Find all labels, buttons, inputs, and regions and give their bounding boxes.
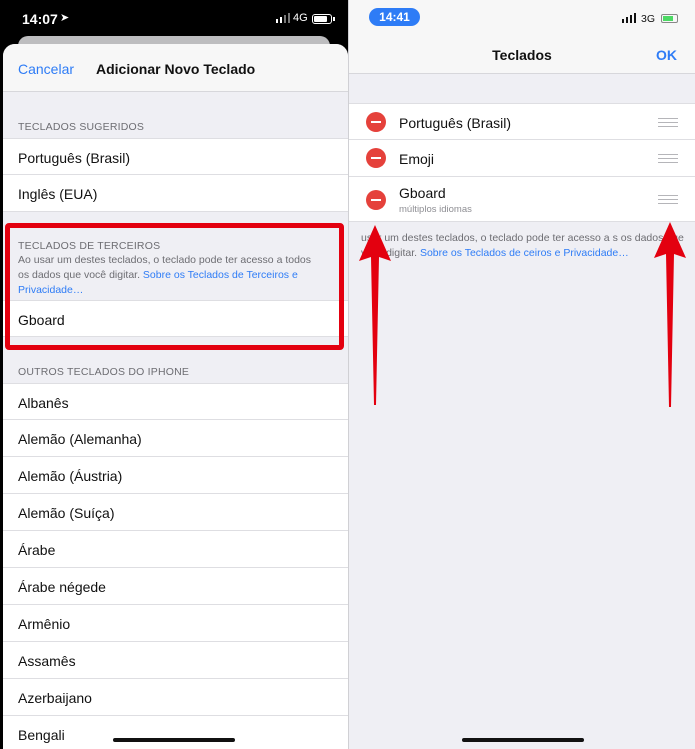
keyboard-subtitle: múltiplos idiomas — [399, 204, 472, 215]
battery-icon — [312, 14, 335, 24]
list-item-other-keyboard[interactable]: Árabe — [3, 531, 348, 568]
status-time: 14:41 — [369, 8, 420, 26]
signal-icon — [276, 13, 290, 23]
list-item-label: Azerbaijano — [18, 690, 92, 706]
delete-minus-icon[interactable] — [366, 190, 386, 210]
signal-icon — [622, 13, 636, 23]
list-item-label: Português (Brasil) — [18, 150, 131, 166]
list-item-other-keyboard[interactable]: Alemão (Alemanha) — [3, 420, 348, 457]
cancel-button[interactable]: Cancelar — [18, 61, 74, 77]
third-party-privacy-link[interactable]: Sobre os Teclados de ceiros e Privacidad… — [420, 247, 629, 259]
modal-sheet: Cancelar Adicionar Novo Teclado TECLADOS… — [3, 44, 348, 749]
highlight-box — [5, 223, 344, 350]
list-item-label: Árabe négede — [18, 579, 106, 595]
list-item-other-keyboard[interactable]: Alemão (Suíça) — [3, 494, 348, 531]
arrow-up-icon — [654, 222, 686, 407]
list-item-label: Bengali — [18, 727, 65, 743]
list-item-other-keyboard[interactable]: Albanês — [3, 383, 348, 420]
status-time: 14:07 — [22, 11, 58, 27]
list-item-other-keyboard[interactable]: Assamês — [3, 642, 348, 679]
list-item-label: Alemão (Áustria) — [18, 468, 123, 484]
list-item-label: Inglês (EUA) — [18, 186, 98, 202]
delete-minus-icon[interactable] — [366, 148, 386, 168]
list-item-label: Armênio — [18, 616, 71, 632]
keyboard-row[interactable]: Emoji — [349, 140, 695, 177]
list-item-label: Alemão (Suíça) — [18, 505, 115, 521]
list-item-suggested[interactable]: Português (Brasil) — [3, 138, 348, 175]
section-header-others: OUTROS TECLADOS DO IPHONE — [18, 366, 190, 378]
keyboard-row[interactable]: Português (Brasil) — [349, 103, 695, 140]
network-label: 3G — [641, 13, 656, 25]
third-party-note: usar um destes teclados, o teclado pode … — [361, 231, 686, 261]
status-bar: 14:07 ➤ 4G — [0, 0, 348, 38]
drag-handle-icon[interactable] — [658, 195, 678, 205]
list-item-other-keyboard[interactable]: Azerbaijano — [3, 679, 348, 716]
status-bar: 14:41 3G — [349, 0, 695, 34]
add-keyboard-screen: 14:07 ➤ 4G Cancelar Adicionar Novo Tecla… — [0, 0, 348, 749]
list-item-suggested[interactable]: Inglês (EUA) — [3, 175, 348, 212]
list-item-label: Albanês — [18, 395, 69, 411]
keyboard-name: Gboard — [399, 185, 446, 201]
list-item-label: Assamês — [18, 653, 76, 669]
delete-minus-icon[interactable] — [366, 112, 386, 132]
arrow-up-icon — [359, 225, 391, 405]
page-title: Teclados — [492, 47, 552, 63]
keyboard-name: Emoji — [399, 151, 435, 167]
home-indicator — [113, 738, 235, 742]
keyboards-screen: 14:41 3G Teclados OK Português (Brasil) … — [348, 0, 695, 749]
home-indicator — [462, 738, 584, 742]
ok-button[interactable]: OK — [656, 47, 677, 63]
page-title: Adicionar Novo Teclado — [96, 61, 256, 77]
network-label: 4G — [293, 12, 308, 24]
section-header-suggested: TECLADOS SUGERIDOS — [18, 121, 145, 133]
battery-icon — [661, 14, 678, 23]
list-item-label: Alemão (Alemanha) — [18, 431, 142, 447]
nav-bar: Cancelar Adicionar Novo Teclado — [3, 44, 348, 92]
keyboard-name: Português (Brasil) — [399, 115, 512, 131]
drag-handle-icon[interactable] — [658, 154, 678, 164]
list-item-other-keyboard[interactable]: Alemão (Áustria) — [3, 457, 348, 494]
drag-handle-icon[interactable] — [658, 118, 678, 128]
list-item-other-keyboard[interactable]: Armênio — [3, 605, 348, 642]
keyboard-row[interactable]: Gboard múltiplos idiomas — [349, 177, 695, 222]
list-item-other-keyboard[interactable]: Árabe négede — [3, 568, 348, 605]
list-item-other-keyboard[interactable]: Bengali — [3, 716, 348, 749]
location-arrow-icon: ➤ — [60, 12, 70, 24]
list-item-label: Árabe — [18, 542, 56, 558]
nav-bar: Teclados OK — [349, 34, 695, 74]
